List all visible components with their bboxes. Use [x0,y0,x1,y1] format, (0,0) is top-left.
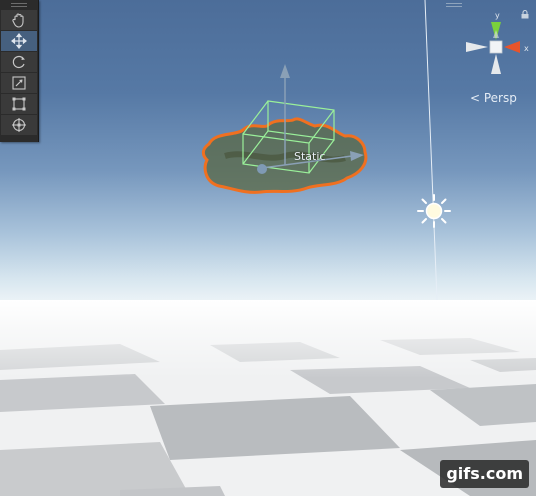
scene-view[interactable]: Static y x < Persp gifs.com [0,0,536,496]
orientation-gizmo[interactable]: y x [460,8,532,90]
gizmo-z-handle-icon[interactable] [257,164,267,174]
directional-light-sun-icon[interactable] [416,193,452,229]
static-object-label: Static [294,150,326,163]
gifs-watermark: gifs.com [440,460,529,488]
camera-mode-toggle[interactable]: < Persp [470,91,517,105]
gizmo-y-arrow-icon[interactable] [280,64,290,78]
gizmo-down-axis-icon[interactable] [491,54,501,74]
tool-palette [0,0,39,142]
transform-icon [12,118,26,132]
move-tool-button[interactable] [1,31,37,51]
svg-text:x: x [524,44,529,53]
hand-tool-button[interactable] [1,10,37,30]
scale-tool-button[interactable] [1,73,37,93]
palette-drag-handle[interactable] [0,0,38,10]
rotate-icon [12,55,25,69]
transform-tool-button[interactable] [1,115,37,135]
svg-text:y: y [495,11,500,20]
gizmo-x-axis-icon[interactable] [504,41,520,53]
rect-tool-button[interactable] [1,94,37,114]
rect-transform-icon [12,97,26,111]
hand-icon [12,13,24,28]
move-gizmo[interactable] [0,0,536,310]
gizmo-x-arrow-icon[interactable] [350,151,364,161]
rotate-tool-button[interactable] [1,52,37,72]
scale-icon [12,76,26,90]
gizmo-left-axis-icon[interactable] [466,42,488,52]
gizmo-center-cube-icon[interactable] [489,40,503,54]
move-arrows-icon [11,33,27,49]
